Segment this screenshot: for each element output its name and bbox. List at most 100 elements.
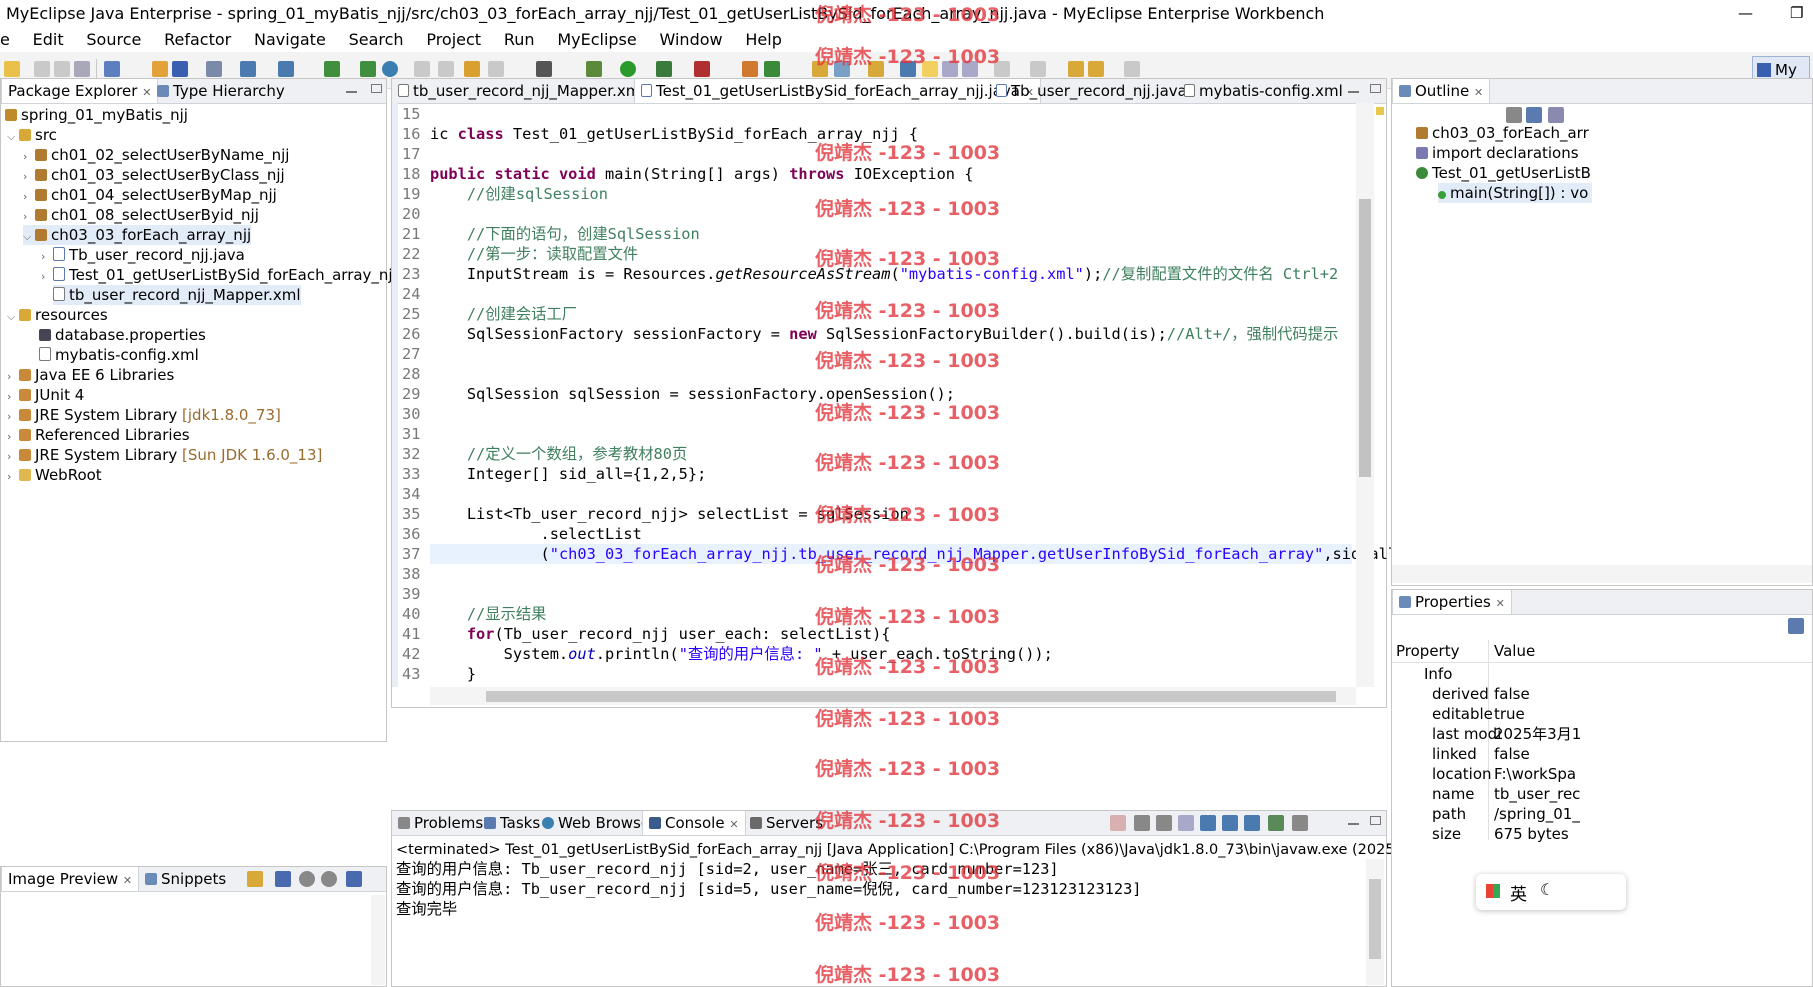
close-icon[interactable]: ✕: [123, 874, 132, 887]
open-type-icon[interactable]: [104, 61, 120, 77]
chevron-right-icon[interactable]: ›: [41, 267, 53, 287]
menu-refactor[interactable]: Refactor: [164, 28, 231, 52]
stop-icon[interactable]: [694, 61, 710, 77]
tree-item-library[interactable]: › JRE System Library [jdk1.8.0_73]: [7, 405, 281, 425]
outline-item-package[interactable]: ch03_03_forEach_arr: [1416, 123, 1589, 143]
tree-item-java-file[interactable]: › Test_01_getUserListBySid_forEach_array_…: [41, 265, 433, 285]
restore-button[interactable]: ❐: [1790, 4, 1803, 22]
chevron-down-icon[interactable]: ⌵: [7, 307, 19, 327]
tool-icon[interactable]: [414, 61, 430, 77]
pilcrow-icon[interactable]: [962, 61, 978, 77]
minimize-view-icon[interactable]: [1348, 816, 1359, 825]
tab-outline[interactable]: Outline ✕: [1392, 79, 1491, 103]
tab-console[interactable]: Console ✕: [642, 811, 746, 835]
outline-item-method[interactable]: main(String[]) : vo: [1438, 183, 1593, 203]
display-console-icon[interactable]: [1268, 815, 1284, 831]
toggle-icon[interactable]: [900, 61, 916, 77]
close-icon[interactable]: ✕: [729, 818, 738, 831]
property-value[interactable]: 2025年3月1: [1494, 724, 1581, 744]
chevron-down-icon[interactable]: ⌵: [23, 227, 35, 247]
close-icon[interactable]: ✕: [1474, 86, 1483, 99]
folder2-icon[interactable]: [868, 61, 884, 77]
outline-item-imports[interactable]: import declarations: [1416, 143, 1579, 163]
outline-item-class[interactable]: Test_01_getUserListB: [1416, 163, 1591, 183]
tree-item-resources[interactable]: ⌵ resources: [7, 305, 108, 325]
back-icon[interactable]: [1088, 61, 1104, 77]
menu-file[interactable]: e: [0, 28, 10, 52]
save-all-icon[interactable]: [54, 61, 70, 77]
tab-servers[interactable]: Servers: [744, 811, 829, 835]
ime-mode-label[interactable]: 英: [1510, 880, 1527, 905]
deploy-icon[interactable]: [240, 61, 256, 77]
word-wrap-icon[interactable]: [1222, 815, 1238, 831]
property-value[interactable]: true: [1494, 704, 1525, 724]
tree-item-library[interactable]: › Referenced Libraries: [7, 425, 190, 445]
tool2-icon[interactable]: [438, 61, 454, 77]
save-icon[interactable]: [34, 61, 50, 77]
sort-icon[interactable]: [1526, 107, 1542, 123]
property-value[interactable]: false: [1494, 684, 1530, 704]
last-edit-icon[interactable]: [1068, 61, 1084, 77]
menu-help[interactable]: Help: [745, 28, 781, 52]
property-value[interactable]: false: [1494, 744, 1530, 764]
tree-item-package-selected[interactable]: ⌵ ch03_03_forEach_array_njj: [23, 225, 252, 247]
chevron-right-icon[interactable]: ›: [23, 187, 35, 207]
horizontal-scrollbar[interactable]: [1392, 565, 1812, 583]
highlight-icon[interactable]: [922, 61, 938, 77]
db-icon[interactable]: [360, 61, 376, 77]
maximize-view-icon[interactable]: [1370, 816, 1381, 825]
tree-item-src[interactable]: ⌵ src: [7, 125, 57, 145]
clear-console-icon[interactable]: [1178, 815, 1194, 831]
debug-icon[interactable]: [586, 61, 602, 77]
prev-annotation-icon[interactable]: [1030, 61, 1046, 77]
chevron-right-icon[interactable]: ›: [7, 367, 19, 387]
next-annotation-icon[interactable]: [994, 61, 1010, 77]
chevron-right-icon[interactable]: ›: [41, 247, 53, 267]
scrollbar-thumb[interactable]: [1369, 879, 1381, 959]
tab-tb-user-record-java[interactable]: Tb_user_record_njj.java: [990, 79, 1193, 103]
chevron-right-icon[interactable]: ›: [23, 167, 35, 187]
ime-toolbar[interactable]: 英 ☾: [1476, 874, 1626, 910]
sync-icon[interactable]: [247, 871, 263, 887]
horizontal-scrollbar[interactable]: [430, 687, 1356, 705]
vertical-scrollbar[interactable]: [1366, 859, 1384, 985]
run-icon[interactable]: [620, 61, 636, 77]
open-folder-icon[interactable]: [812, 61, 828, 77]
remove-all-icon[interactable]: [1156, 815, 1172, 831]
remove-launch-icon[interactable]: [1134, 815, 1150, 831]
monitor-icon[interactable]: [536, 61, 552, 77]
ant-icon[interactable]: [464, 61, 480, 77]
pin-console-icon[interactable]: [1244, 815, 1260, 831]
menu-run[interactable]: Run: [504, 28, 535, 52]
tree-item-java-file[interactable]: › Tb_user_record_njj.java: [41, 245, 245, 265]
chevron-right-icon[interactable]: ›: [7, 467, 19, 487]
tree-item-library[interactable]: › JRE System Library [Sun JDK 1.6.0_13]: [7, 445, 322, 465]
maximize-view-icon[interactable]: [371, 84, 382, 93]
tree-item-xml-file[interactable]: mybatis-config.xml: [39, 345, 199, 365]
property-value[interactable]: tb_user_rec: [1494, 784, 1580, 804]
vertical-scrollbar[interactable]: [1356, 103, 1374, 687]
actual-size-icon[interactable]: [346, 871, 362, 887]
tab-image-preview[interactable]: Image Preview ✕: [1, 867, 140, 891]
pencil-icon[interactable]: [834, 61, 850, 77]
moon-icon[interactable]: ☾: [1540, 880, 1554, 899]
tree-item-package[interactable]: › ch01_08_selectUserByid_njj: [23, 205, 259, 225]
chevron-right-icon[interactable]: ›: [23, 147, 35, 167]
chevron-right-icon[interactable]: ›: [7, 427, 19, 447]
tree-item-library[interactable]: › JUnit 4: [7, 385, 84, 405]
block-icon[interactable]: [942, 61, 958, 77]
tab-type-hierarchy[interactable]: Type Hierarchy: [151, 79, 291, 103]
warning-marker[interactable]: [1376, 107, 1384, 115]
close-icon[interactable]: ✕: [1496, 597, 1505, 610]
tab-mapper-xml[interactable]: tb_user_record_njj_Mapper.xml: [392, 79, 651, 103]
tree-item-package[interactable]: › ch01_03_selectUserByClass_njj: [23, 165, 285, 185]
build-icon[interactable]: [324, 61, 340, 77]
menu-source[interactable]: Source: [86, 28, 141, 52]
chevron-right-icon[interactable]: ›: [23, 207, 35, 227]
minimize-button[interactable]: —: [1738, 4, 1753, 22]
chevron-right-icon[interactable]: ›: [7, 407, 19, 427]
run-ext-icon[interactable]: [656, 61, 672, 77]
categories-icon[interactable]: [1788, 618, 1804, 634]
tab-package-explorer[interactable]: Package Explorer ✕: [1, 79, 159, 103]
scrollbar-thumb[interactable]: [1359, 199, 1371, 477]
